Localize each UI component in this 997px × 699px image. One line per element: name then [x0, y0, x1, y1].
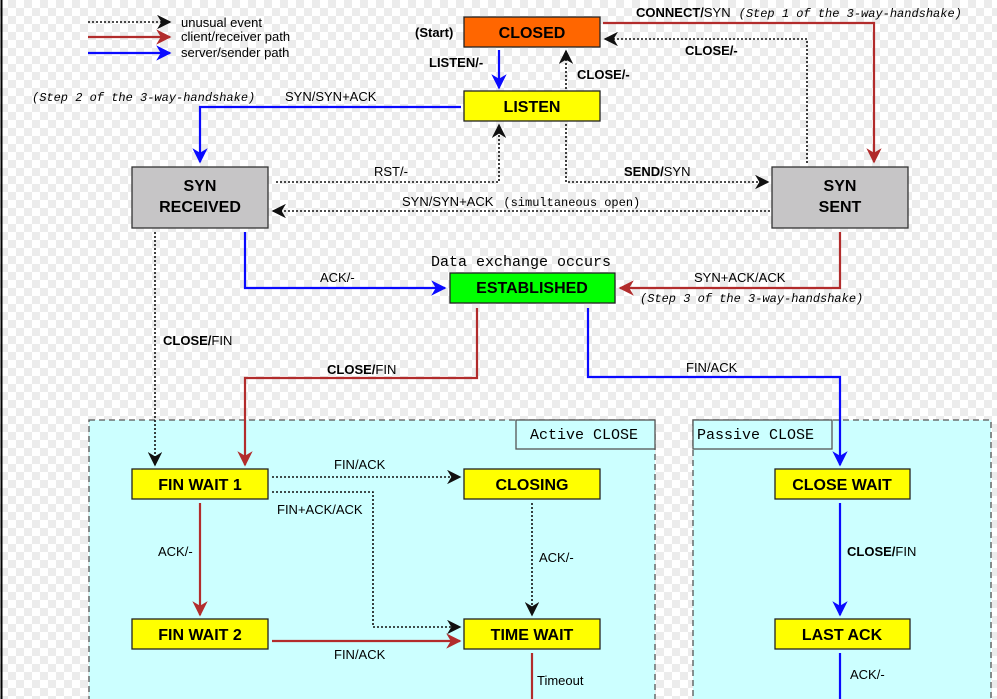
svg-text:CLOSING: CLOSING [496, 477, 569, 494]
label-close-listen: CLOSE/- [577, 67, 630, 82]
state-closing: CLOSING [463, 468, 601, 500]
label-ack-fw1: ACK/- [158, 544, 193, 559]
label-ack-synrcvd: ACK/- [320, 270, 355, 285]
legend-unusual: unusual event [181, 15, 262, 30]
state-listen: LISTEN [463, 90, 601, 122]
svg-text:ESTABLISHED: ESTABLISHED [476, 280, 588, 297]
tcp-state-diagram: Active CLOSE Passive CLOSE unusual event… [0, 0, 992, 699]
svg-text:CLOSE WAIT: CLOSE WAIT [792, 477, 892, 494]
data-exchange-label: Data exchange occurs [431, 254, 611, 271]
edge-syn-synack [192, 105, 461, 164]
label-close-fin-synrcvd: CLOSE/FIN [163, 333, 232, 348]
label-synack-ack: SYN+ACK/ACK [694, 270, 786, 285]
label-ack-lastack: ACK/- [850, 667, 885, 682]
state-time-wait: TIME WAIT [463, 618, 601, 650]
label-close-synsent: CLOSE/- [685, 43, 738, 58]
state-established: ESTABLISHED [449, 272, 616, 304]
active-close-label: Active CLOSE [530, 427, 638, 444]
state-syn-sent: SYN SENT [771, 166, 909, 229]
passive-close-label: Passive CLOSE [697, 427, 814, 444]
label-syn-synack: SYN/SYN+ACK [285, 89, 377, 104]
svg-text:LISTEN: LISTEN [504, 99, 561, 116]
passive-close-region: Passive CLOSE [692, 419, 992, 699]
label-close-fin-cw: CLOSE/FIN [847, 544, 916, 559]
svg-text:FIN WAIT 2: FIN WAIT 2 [158, 627, 242, 644]
svg-text:LAST ACK: LAST ACK [802, 627, 883, 644]
svg-text:RECEIVED: RECEIVED [159, 199, 241, 216]
state-closed: CLOSED [463, 16, 601, 48]
svg-text:TIME WAIT: TIME WAIT [491, 627, 574, 644]
label-rst: RST/- [374, 164, 408, 179]
legend: unusual event client/receiver path serve… [88, 14, 290, 61]
svg-text:SENT: SENT [819, 199, 862, 216]
svg-text:SYN: SYN [184, 178, 217, 195]
label-syn-synack-sim: SYN/SYN+ACK (simultaneous open) [402, 194, 640, 210]
label-timeout: Timeout [537, 673, 584, 688]
svg-text:CLOSED: CLOSED [499, 25, 566, 42]
label-ack-closing: ACK/- [539, 550, 574, 565]
legend-client: client/receiver path [181, 29, 290, 44]
label-step3: (Step 3 of the 3-way-handshake) [640, 292, 863, 306]
svg-text:FIN WAIT 1: FIN WAIT 1 [158, 477, 242, 494]
edge-connect [603, 21, 882, 164]
state-close-wait: CLOSE WAIT [774, 468, 911, 500]
label-fin-ack-fw2: FIN/ACK [334, 647, 386, 662]
svg-text:SYN: SYN [824, 178, 857, 195]
label-fin-ack-est: FIN/ACK [686, 360, 738, 375]
legend-server: server/sender path [181, 45, 289, 60]
state-last-ack: LAST ACK [774, 618, 911, 650]
label-finack-ack: FIN+ACK/ACK [277, 502, 363, 517]
state-fin-wait-2: FIN WAIT 2 [131, 618, 269, 650]
label-send: SEND/SYN [624, 164, 690, 179]
state-fin-wait-1: FIN WAIT 1 [131, 468, 269, 500]
label-fin-ack-fw1: FIN/ACK [334, 457, 386, 472]
label-listen: LISTEN/- [429, 55, 483, 70]
label-step2: (Step 2 of the 3-way-handshake) [32, 91, 255, 105]
state-syn-received: SYN RECEIVED [131, 166, 269, 229]
label-connect: CONNECT/SYN (Step 1 of the 3-way-handshak… [636, 5, 962, 21]
start-label: (Start) [415, 25, 453, 40]
label-close-fin-est: CLOSE/FIN [327, 362, 396, 377]
